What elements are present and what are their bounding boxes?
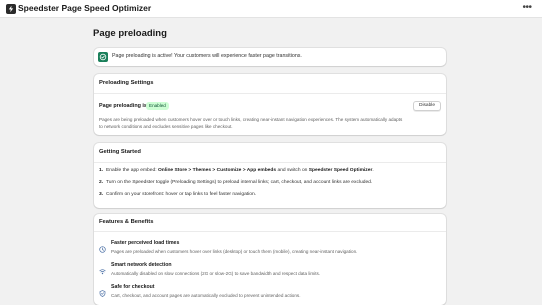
divider xyxy=(94,231,446,232)
speedster-logo-icon xyxy=(6,4,16,14)
divider xyxy=(94,162,446,163)
step-number: 3. xyxy=(99,192,104,197)
clock-icon xyxy=(99,240,106,253)
step-app-name: Speedster Speed Optimizer xyxy=(308,168,373,173)
divider xyxy=(94,93,446,94)
step-path: Online Store > Themes > Customize > App … xyxy=(157,168,277,173)
feature-description: Cart, checkout, and account pages are au… xyxy=(111,293,301,298)
status-banner: Page preloading is active! Your customer… xyxy=(94,48,446,66)
preloading-settings-title: Preloading Settings xyxy=(99,80,154,86)
preloading-status-label: Page preloading is xyxy=(99,103,147,109)
disable-button[interactable]: Disable xyxy=(413,101,441,111)
feature-title: Smart network detection xyxy=(111,262,172,268)
getting-started-title: Getting Started xyxy=(99,149,141,155)
features-title: Features & Benefits xyxy=(99,219,154,225)
more-options-icon[interactable]: ••• xyxy=(520,2,534,14)
feature-title: Faster perceived load times xyxy=(111,240,180,246)
step-3: 3. Confirm on your storefront: hover or t… xyxy=(99,192,256,197)
features-card: Features & Benefits Faster perceived loa… xyxy=(94,214,446,305)
step-2: 2. Turn on the Speedster toggle (Preloadi… xyxy=(99,180,372,185)
feature-description: Automatically disabled on slow connectio… xyxy=(111,271,321,276)
getting-started-card: Getting Started 1. Enable the app embed: … xyxy=(94,143,446,208)
step-text: . xyxy=(372,168,374,173)
check-circle-icon xyxy=(98,52,108,62)
step-text: Enable the app embed: xyxy=(106,168,158,173)
feature-description: Pages are preloaded when customers hover… xyxy=(111,249,358,254)
status-badge: Enabled xyxy=(146,102,169,110)
app-title: Speedster Page Speed Optimizer xyxy=(18,3,152,13)
shield-icon xyxy=(99,284,106,297)
feature-title: Safe for checkout xyxy=(111,284,155,290)
banner-text: Page preloading is active! Your customer… xyxy=(112,53,302,59)
wifi-icon xyxy=(99,262,106,275)
step-number: 1. xyxy=(99,168,104,173)
step-text: Turn on the Speedster toggle (Preloading… xyxy=(106,180,373,185)
step-number: 2. xyxy=(99,180,104,185)
step-text: Confirm on your storefront: hover or tap… xyxy=(106,192,257,197)
step-1: 1. Enable the app embed: Online Store > T… xyxy=(99,168,374,173)
preloading-description: Pages are being preloaded when customers… xyxy=(99,117,403,129)
page-title: Page preloading xyxy=(93,28,167,39)
preloading-settings-card: Preloading Settings Page preloading is E… xyxy=(94,74,446,135)
step-text: and switch on xyxy=(276,168,309,173)
app-titlebar: Speedster Page Speed Optimizer ••• xyxy=(0,0,542,18)
